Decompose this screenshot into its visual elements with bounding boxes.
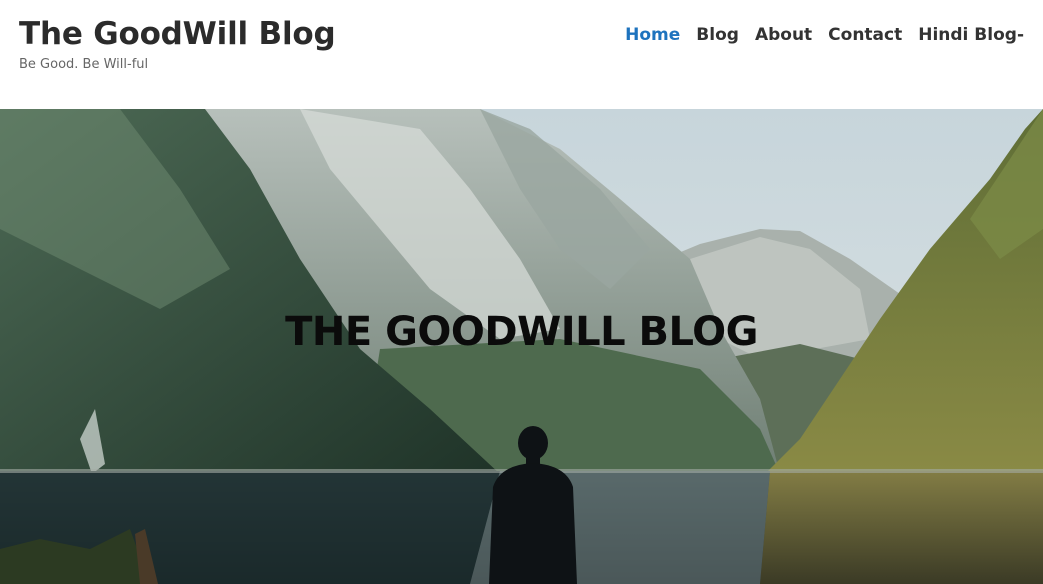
nav-item-blog[interactable]: Blog	[696, 24, 739, 46]
site-header: The GoodWill Blog Be Good. Be Will-ful H…	[0, 0, 1043, 109]
hero-banner: THE GOODWILL BLOG	[0, 109, 1043, 584]
nav-item-hindi-blog[interactable]: Hindi Blog-	[918, 24, 1024, 46]
nav-item-home[interactable]: Home	[625, 24, 680, 46]
site-title[interactable]: The GoodWill Blog	[19, 14, 336, 54]
hero-title: THE GOODWILL BLOG	[285, 309, 758, 355]
nav-item-contact[interactable]: Contact	[828, 24, 902, 46]
site-tagline: Be Good. Be Will-ful	[19, 57, 149, 72]
main-nav: Home Blog About Contact Hindi Blog-	[625, 24, 1024, 46]
nav-item-about[interactable]: About	[755, 24, 812, 46]
